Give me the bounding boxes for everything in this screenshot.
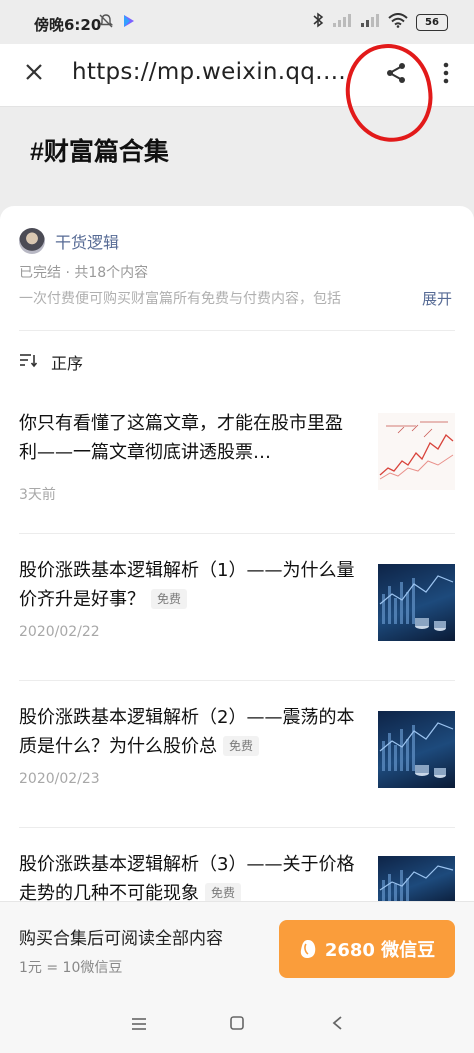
collection-meta: 已完结 · 共18个内容 bbox=[19, 265, 149, 281]
buy-button[interactable]: 2680 微信豆 bbox=[279, 920, 455, 978]
divider bbox=[19, 827, 455, 828]
author-row[interactable]: 干货逻辑 bbox=[19, 228, 119, 254]
page-title: #财富篇合集 bbox=[30, 138, 169, 166]
collection-description: 一次付费便可购买财富篇所有免费与付费内容，包括 bbox=[19, 291, 341, 307]
battery-indicator: 56 bbox=[416, 13, 448, 31]
more-vertical-icon bbox=[443, 62, 449, 88]
close-icon bbox=[24, 62, 44, 86]
article-thumbnail bbox=[378, 413, 455, 490]
share-button[interactable] bbox=[381, 60, 411, 90]
status-left-icons bbox=[98, 13, 136, 33]
article-date: 2020/02/22 bbox=[19, 624, 100, 640]
free-badge: 免费 bbox=[205, 883, 242, 903]
free-badge: 免费 bbox=[151, 589, 188, 609]
article-thumbnail bbox=[378, 564, 455, 641]
bluetooth-icon bbox=[312, 12, 324, 32]
buy-button-label: 2680 微信豆 bbox=[324, 940, 436, 961]
bean-icon bbox=[299, 939, 317, 959]
author-name[interactable]: 干货逻辑 bbox=[55, 229, 119, 253]
avatar bbox=[19, 228, 45, 254]
exchange-rate: 1元 = 10微信豆 bbox=[19, 960, 123, 976]
purchase-bar: 购买合集后可阅读全部内容 1元 = 10微信豆 2680 微信豆 bbox=[0, 901, 474, 998]
divider bbox=[19, 533, 455, 534]
article-title: 股价涨跌基本逻辑解析（2）——震荡的本质是什么？为什么股价总 免费 bbox=[19, 707, 355, 757]
article-date: 3天前 bbox=[19, 487, 56, 503]
more-options-button[interactable] bbox=[438, 60, 454, 90]
home-square-icon bbox=[229, 1015, 245, 1035]
url-text: https://mp.weixin.qq.com/ bbox=[72, 59, 357, 85]
article-thumbnail bbox=[378, 856, 455, 906]
system-nav-bar bbox=[0, 997, 474, 1053]
status-right-icons: 56 bbox=[312, 12, 448, 32]
signal-icon bbox=[332, 13, 352, 31]
article-title: 你只有看懂了这篇文章，才能在股市里盈利——一篇文章彻底讲透股票… bbox=[19, 413, 343, 463]
bell-off-icon bbox=[98, 13, 114, 33]
back-button[interactable] bbox=[325, 1013, 349, 1037]
status-time: 傍晚6:20 bbox=[34, 16, 102, 34]
divider bbox=[19, 680, 455, 681]
article-date: 2020/02/23 bbox=[19, 771, 100, 787]
article-item[interactable]: 股价涨跌基本逻辑解析（2）——震荡的本质是什么？为什么股价总 免费 2020/02… bbox=[19, 703, 455, 813]
share-icon bbox=[384, 61, 408, 89]
divider bbox=[19, 330, 455, 331]
sort-label: 正序 bbox=[51, 354, 84, 373]
free-badge: 免费 bbox=[223, 736, 260, 756]
close-button[interactable] bbox=[20, 60, 48, 88]
article-title: 股价涨跌基本逻辑解析（1）——为什么量价齐升是好事？ 免费 bbox=[19, 560, 355, 610]
article-title: 股价涨跌基本逻辑解析（3）——关于价格走势的几种不可能现象 免费 bbox=[19, 854, 355, 904]
signal-hd-icon bbox=[360, 13, 380, 31]
browser-nav-bar: https://mp.weixin.qq.com/ bbox=[0, 44, 474, 106]
wifi-icon bbox=[388, 12, 408, 32]
sort-toggle[interactable]: 正序 bbox=[19, 350, 83, 374]
recent-apps-button[interactable] bbox=[127, 1013, 151, 1037]
back-icon bbox=[331, 1015, 343, 1035]
home-button[interactable] bbox=[225, 1013, 249, 1037]
article-item[interactable]: 你只有看懂了这篇文章，才能在股市里盈利——一篇文章彻底讲透股票… 3天前 bbox=[19, 409, 455, 519]
purchase-prompt: 购买合集后可阅读全部内容 bbox=[19, 929, 223, 949]
article-thumbnail bbox=[378, 711, 455, 788]
sort-icon bbox=[19, 352, 38, 372]
menu-icon bbox=[130, 1016, 148, 1035]
article-item[interactable]: 股价涨跌基本逻辑解析（1）——为什么量价齐升是好事？ 免费 2020/02/22 bbox=[19, 556, 455, 666]
expand-link[interactable]: 展开 bbox=[422, 288, 452, 309]
play-store-icon bbox=[122, 14, 136, 32]
status-bar: 傍晚6:20 56 bbox=[0, 0, 474, 44]
